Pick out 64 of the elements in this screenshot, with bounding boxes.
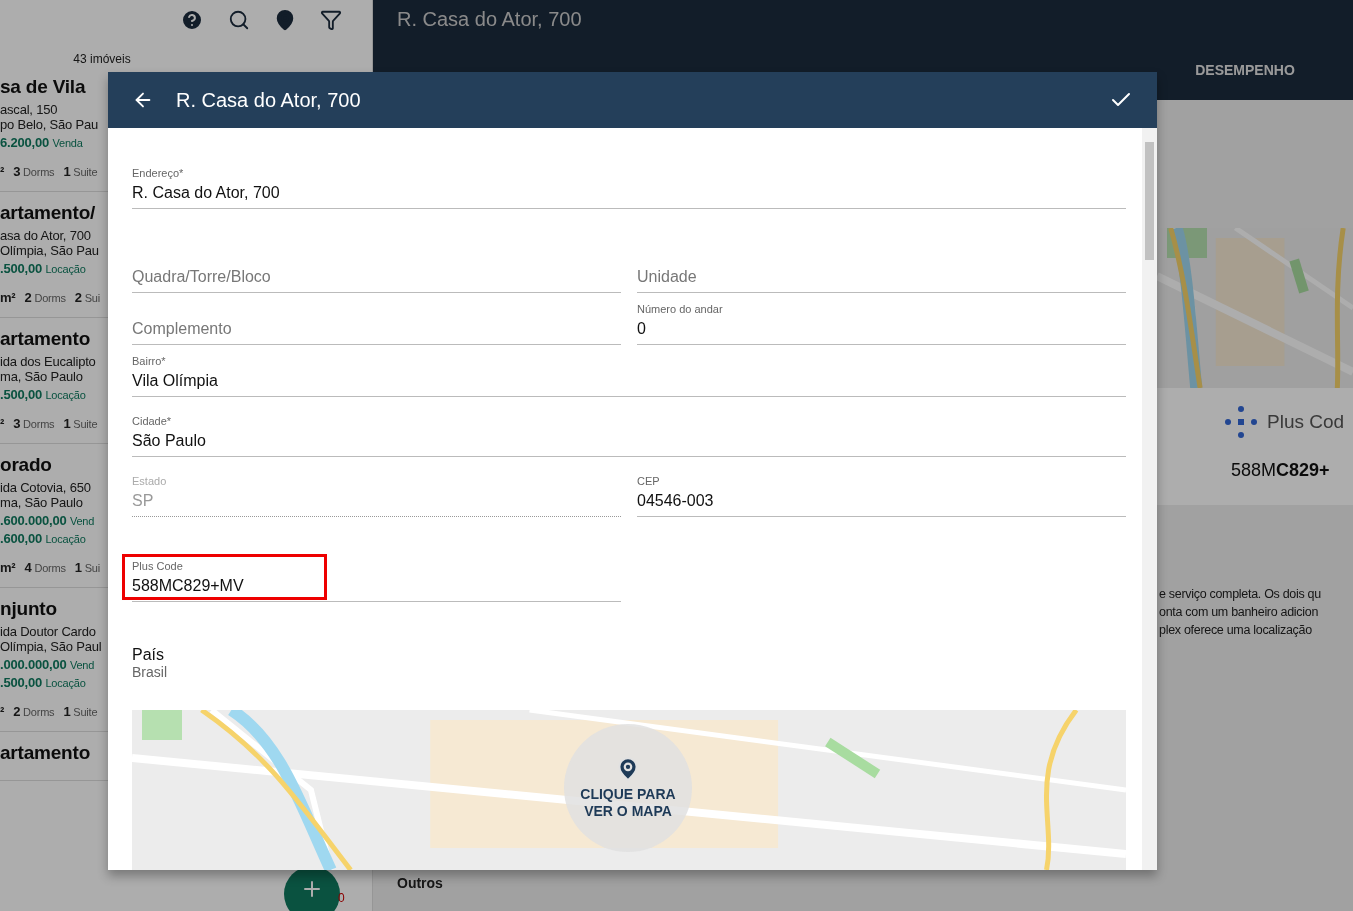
listing-stat: 1 Suite [63,704,98,719]
form-field[interactable]: Número do andar 0 [637,301,1126,345]
description-text: onta com um banheiro adicion [1159,604,1319,621]
search-icon[interactable] [228,9,250,31]
listing-stat: 1 Suite [63,416,98,431]
form-field[interactable]: Bairro* Vila Olímpia [132,353,1126,397]
listing-price: .500,00 Locação [0,675,86,690]
description-text: plex oferece uma localização [1159,622,1312,639]
form-field[interactable]: Endereço* R. Casa do Ator, 700 [132,165,1126,209]
country-label: País [132,646,165,664]
listing-address: po Belo, São Pau [0,117,98,132]
scrollbar[interactable] [1142,128,1157,870]
area-unit: m² [0,560,16,575]
listing-title[interactable]: njunto [0,598,57,620]
listing-price: .500,00 Locação [0,387,86,402]
listing-address: ida dos Eucalipto [0,354,96,369]
listing-stat: 2 Dorms [24,290,66,305]
section-title: Outros [397,875,444,891]
listing-price: .500,00 Locação [0,261,86,276]
area-unit: ² [0,704,5,719]
filter-icon[interactable] [320,9,342,31]
listing-address: ma, São Paulo [0,369,83,384]
plus-code-icon [1225,406,1257,438]
listing-price: .000.000,00 Vend [0,657,95,672]
form-field[interactable]: Plus Code 588MC829+MV [132,558,621,602]
form-field[interactable]: Unidade [637,249,1126,293]
listing-title[interactable]: orado [0,454,52,476]
listing-price: 6.200,00 Venda [0,135,83,150]
listing-stat: 3 Dorms [13,416,55,431]
map-pin-icon[interactable] [274,9,296,31]
listing-stat: 2 Sui [74,290,100,305]
plus-code-logo: Plus Cod [1225,406,1345,438]
listing-title[interactable]: artamento [0,328,91,350]
dialog-title: R. Casa do Ator, 700 [176,88,362,112]
listing-address: Olímpia, São Paul [0,639,102,654]
plus-code-value: 588MC829+ [1231,460,1330,481]
form-field[interactable]: Cidade* São Paulo [132,413,1126,457]
listing-stat: 2 Dorms [13,704,55,719]
area-unit: ² [0,416,5,431]
listing-stat: 4 Dorms [24,560,66,575]
listing-stat: 1 Sui [74,560,100,575]
listing-address: ascal, 150 [0,102,58,117]
description-text: e serviço completa. Os dois qu [1159,586,1321,603]
listing-price: .600,00 Locação [0,531,86,546]
listing-stat: 1 Suite [63,164,98,179]
listing-address: ma, São Paulo [0,495,83,510]
form-field[interactable]: Complemento [132,301,621,345]
form-field[interactable]: Quadra/Torre/Bloco [132,249,621,293]
results-count: 43 imóveis [72,52,132,66]
form-field[interactable]: CEP 04546-003 [637,473,1126,517]
country-value: Brasil [132,664,168,680]
area-unit: ² [0,164,5,179]
property-title: R. Casa do Ator, 700 [396,7,583,32]
listing-title[interactable]: artamento [0,742,91,764]
listing-address: ida Cotovia, 650 [0,480,91,495]
listing-address: Olímpia, São Pau [0,243,99,258]
listing-stat: 3 Dorms [13,164,55,179]
listing-price: .600.000,00 Vend [0,513,95,528]
area-unit: m² [0,290,16,305]
listing-address: asa do Ator, 700 [0,228,91,243]
help-icon[interactable] [180,8,204,32]
listing-title[interactable]: artamento/ [0,202,96,224]
listing-title[interactable]: sa de Vila [0,76,86,98]
listing-address: ida Doutor Cardo [0,624,96,639]
